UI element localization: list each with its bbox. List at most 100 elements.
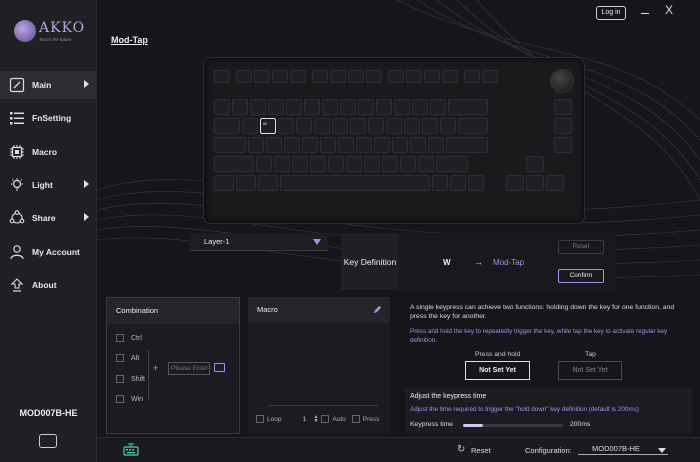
sidebar-item-macro[interactable]: Macro (0, 138, 96, 166)
keyboard-key[interactable] (310, 156, 326, 172)
keyboard-key[interactable] (554, 99, 572, 115)
keyboard-key[interactable] (214, 137, 246, 153)
keyboard-key[interactable] (248, 137, 264, 153)
auto-checkbox[interactable] (321, 415, 330, 423)
keyboard-key[interactable] (332, 118, 348, 134)
keyboard-key[interactable] (526, 156, 544, 172)
keyboard-key[interactable] (280, 175, 430, 191)
keyboard-key[interactable] (346, 156, 362, 172)
keyboard-key[interactable] (304, 99, 320, 115)
modifier-shift[interactable]: Shift (116, 375, 145, 383)
login-button[interactable]: Log in (596, 6, 626, 20)
keyboard-key[interactable] (254, 70, 270, 83)
keyboard-key[interactable] (450, 175, 466, 191)
sidebar-item-share[interactable]: Share (0, 204, 96, 232)
keyboard-key[interactable] (296, 118, 312, 134)
checkbox[interactable] (116, 354, 124, 362)
keyboard-key[interactable] (266, 137, 282, 153)
keyboard-key[interactable] (382, 156, 398, 172)
keyboard-key[interactable] (258, 175, 278, 191)
reset-button[interactable]: Reset (558, 240, 604, 254)
keyboard-key[interactable] (376, 99, 392, 115)
keyboard-key[interactable] (250, 99, 266, 115)
keyboard-key[interactable] (358, 99, 374, 115)
keyboard-key[interactable] (394, 99, 410, 115)
modifier-win[interactable]: Win (116, 395, 143, 403)
keyboard-key[interactable] (468, 175, 484, 191)
keyboard-key[interactable] (404, 118, 420, 134)
stepper-icon[interactable]: ▲ ▼ (313, 415, 318, 424)
keyboard-key[interactable] (432, 175, 448, 191)
loop-checkbox[interactable] (256, 415, 264, 423)
keyboard-key[interactable] (214, 118, 240, 134)
keyboard-key[interactable] (312, 70, 328, 83)
keyboard-icon[interactable] (214, 363, 225, 372)
sidebar-item-light[interactable]: Light (0, 171, 96, 199)
keyboard-key[interactable] (364, 156, 380, 172)
keyboard-key[interactable] (554, 118, 572, 134)
close-icon[interactable]: X (665, 3, 673, 17)
edit-pencil-icon[interactable] (373, 305, 382, 314)
keyboard-key[interactable] (214, 156, 254, 172)
confirm-button[interactable]: Confirm (558, 269, 604, 283)
keyboard-key[interactable] (322, 99, 338, 115)
reset-all-button[interactable]: Reset (471, 446, 491, 455)
keyboard-key[interactable] (214, 70, 230, 83)
keyboard-key[interactable] (356, 137, 372, 153)
keyboard-key[interactable] (410, 137, 426, 153)
checkbox[interactable] (116, 334, 124, 342)
keyboard-key[interactable] (350, 118, 366, 134)
reset-icon[interactable]: ↻ (457, 444, 465, 455)
keyboard-key[interactable] (422, 118, 438, 134)
sidebar-item-my-account[interactable]: My Account (0, 238, 96, 266)
keyboard-key[interactable] (274, 156, 290, 172)
keyboard-key[interactable] (320, 137, 336, 153)
keyboard-key[interactable] (442, 70, 458, 83)
keyboard-key[interactable] (386, 118, 402, 134)
keyboard-key[interactable] (214, 99, 230, 115)
layer-select[interactable]: Layer-1 (190, 233, 328, 251)
device-switch-icon[interactable] (39, 434, 57, 448)
loop-count[interactable]: 1 (295, 416, 313, 423)
keyboard-key[interactable] (526, 175, 544, 191)
press-checkbox[interactable] (351, 415, 360, 423)
keyboard-key[interactable] (268, 99, 284, 115)
keyboard-key[interactable] (348, 70, 364, 83)
keyboard-key[interactable] (554, 137, 572, 153)
minimize-icon[interactable] (641, 13, 649, 14)
press-hold-button[interactable]: Not Set Yet (465, 361, 530, 380)
keyboard-key[interactable] (464, 70, 480, 83)
keyboard-key[interactable] (338, 137, 354, 153)
keyboard-key[interactable] (284, 137, 300, 153)
keyboard-key[interactable] (272, 70, 288, 83)
keyboard-key[interactable] (418, 156, 434, 172)
keyboard-key[interactable] (374, 137, 390, 153)
sidebar-item-main[interactable]: Main (0, 71, 96, 99)
checkbox[interactable] (116, 375, 124, 383)
sidebar-item-about[interactable]: About (0, 271, 96, 299)
combination-key-input[interactable] (168, 362, 210, 375)
keyboard-key[interactable] (482, 70, 498, 83)
key-w-selected[interactable]: W (260, 118, 276, 134)
keyboard-key[interactable] (446, 137, 488, 153)
keyboard-key[interactable] (448, 99, 488, 115)
keyboard-key[interactable] (278, 118, 294, 134)
modifier-alt[interactable]: Alt (116, 354, 139, 362)
keyboard-key[interactable] (440, 118, 456, 134)
keyboard-key[interactable] (546, 175, 564, 191)
modifier-ctrl[interactable]: Ctrl (116, 334, 142, 342)
configuration-select[interactable]: MOD007B-HE (578, 444, 668, 455)
checkbox[interactable] (116, 395, 124, 403)
keyboard-key[interactable] (302, 137, 318, 153)
keyboard-key[interactable] (436, 156, 468, 172)
keyboard-key[interactable] (406, 70, 422, 83)
keyboard-key[interactable] (412, 99, 428, 115)
keyboard-key[interactable] (458, 118, 488, 134)
keyboard-key[interactable] (340, 99, 356, 115)
keyboard-key[interactable] (314, 118, 330, 134)
volume-knob[interactable] (550, 69, 574, 93)
keyboard-key[interactable] (328, 156, 344, 172)
keyboard-device-icon[interactable] (123, 442, 139, 456)
keyboard-key[interactable] (400, 156, 416, 172)
keyboard-key[interactable] (286, 99, 302, 115)
